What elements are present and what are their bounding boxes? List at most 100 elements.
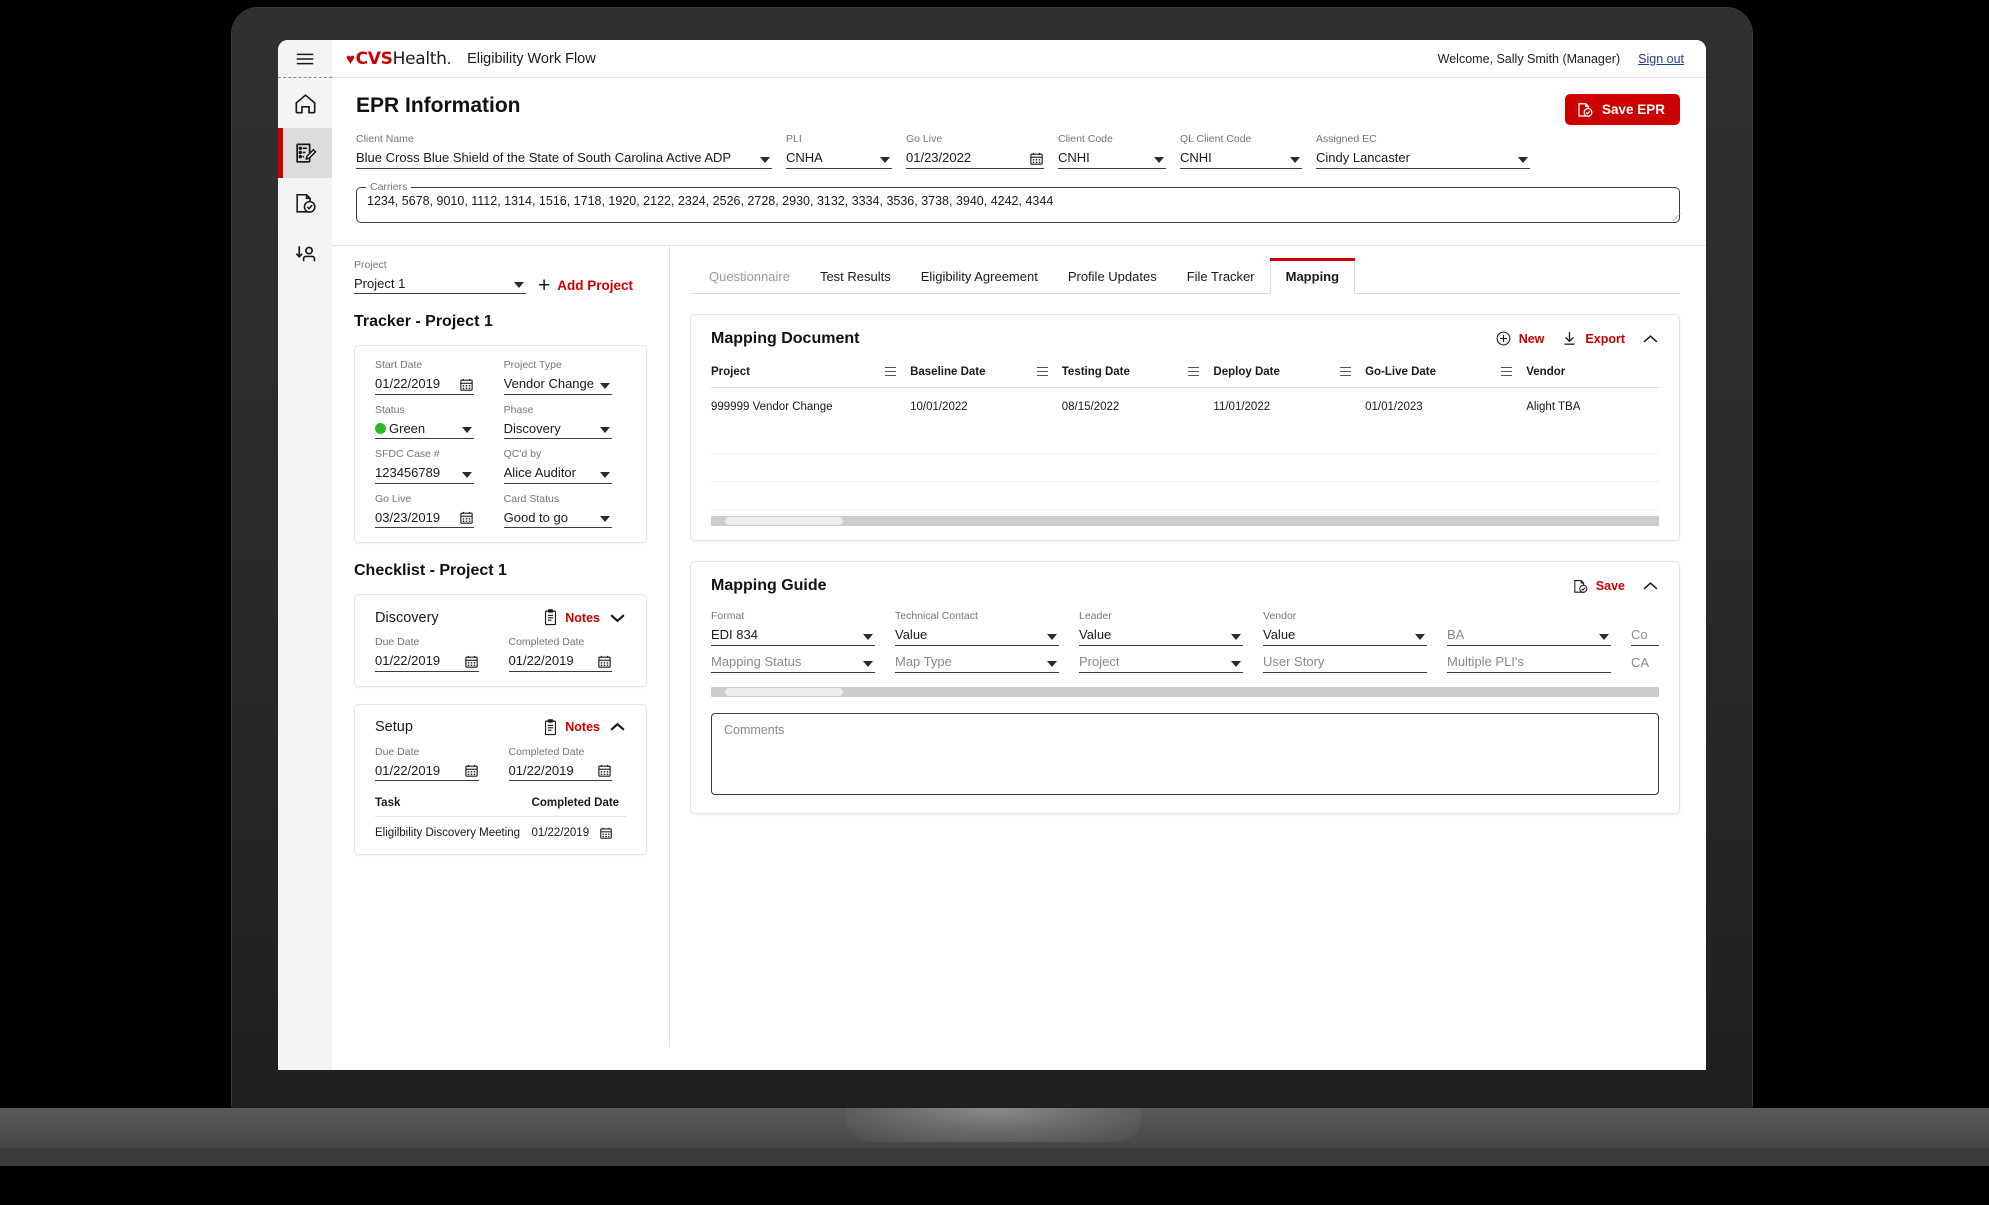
field-project[interactable]: Project Project 1 xyxy=(354,259,526,295)
tab-questionnaire[interactable]: Questionnaire xyxy=(694,259,805,293)
tab-eligibility-agreement[interactable]: Eligibility Agreement xyxy=(906,259,1053,293)
field-client-code[interactable]: Client Code CNHI xyxy=(1058,133,1180,169)
comments-textarea[interactable]: Comments xyxy=(711,712,1659,795)
chevron-down-icon[interactable] xyxy=(600,427,610,434)
export-mapping-button[interactable]: Export xyxy=(1561,330,1625,347)
field-status[interactable]: Status Green xyxy=(375,404,488,440)
chevron-down-icon[interactable] xyxy=(1154,156,1164,163)
chevron-up-icon[interactable] xyxy=(1642,581,1659,591)
calendar-icon[interactable] xyxy=(597,763,612,778)
chevron-up-icon[interactable] xyxy=(609,722,626,732)
chevron-down-icon[interactable] xyxy=(1231,660,1241,667)
calendar-icon[interactable] xyxy=(459,510,474,525)
chevron-down-icon[interactable] xyxy=(863,660,873,667)
column-resize-grip-icon[interactable] xyxy=(1036,367,1048,377)
sign-out-link[interactable]: Sign out xyxy=(1638,52,1684,66)
checklist-header: Setup Notes xyxy=(375,719,626,736)
field-go-live[interactable]: Go Live 01/23/2022 xyxy=(906,133,1058,169)
field-map-type[interactable]: Map Type xyxy=(895,652,1059,673)
chevron-down-icon[interactable] xyxy=(760,156,770,163)
chevron-down-icon[interactable] xyxy=(461,427,472,434)
calendar-icon[interactable] xyxy=(464,763,479,778)
field-client-name[interactable]: Client Name Blue Cross Blue Shield of th… xyxy=(356,133,786,169)
column-resize-grip-icon[interactable] xyxy=(1188,367,1200,377)
field-technical-contact[interactable]: Technical Contact Value xyxy=(895,610,1059,646)
sidebar-item-approvals[interactable] xyxy=(278,178,332,228)
chevron-down-icon[interactable] xyxy=(1047,660,1057,667)
field-leader[interactable]: Leader Value xyxy=(1079,610,1243,646)
field-format[interactable]: Format EDI 834 xyxy=(711,610,875,646)
chevron-down-icon[interactable] xyxy=(600,516,610,523)
chevron-down-icon[interactable] xyxy=(609,613,626,623)
carriers-textarea[interactable]: Carriers 1234, 5678, 9010, 1112, 1314, 1… xyxy=(356,180,1681,223)
new-mapping-button[interactable]: New xyxy=(1495,330,1544,347)
calendar-icon[interactable] xyxy=(599,826,613,840)
tab-mapping[interactable]: Mapping xyxy=(1269,257,1356,294)
sidebar-item-member-import[interactable] xyxy=(278,228,332,278)
add-project-button[interactable]: + Add Project xyxy=(538,275,633,296)
tab-profile-updates[interactable]: Profile Updates xyxy=(1053,259,1172,293)
field-ql-client-code[interactable]: QL Client Code CNHI xyxy=(1180,133,1316,169)
chevron-down-icon[interactable] xyxy=(514,282,524,289)
field-discovery-completed-date[interactable]: Completed Date 01/22/2019 xyxy=(508,637,627,672)
mapping-document-horizontal-scrollbar[interactable] xyxy=(711,516,1659,527)
calendar-icon[interactable] xyxy=(459,377,474,392)
chevron-down-icon[interactable] xyxy=(863,633,873,640)
checklist-dates-grid: Due Date 01/22/2019 Completed Date 01/22… xyxy=(375,746,627,782)
chevron-down-icon[interactable] xyxy=(600,471,610,478)
chevron-down-icon[interactable] xyxy=(1047,633,1057,640)
mapping-guide-horizontal-scrollbar[interactable] xyxy=(711,686,1659,697)
column-resize-grip-icon[interactable] xyxy=(1340,367,1352,377)
chevron-down-icon[interactable] xyxy=(1231,633,1241,640)
cell-deploy-date: 11/01/2022 xyxy=(1213,400,1271,413)
field-qcd-by[interactable]: QC'd by Alice Auditor xyxy=(503,449,626,484)
field-card-status[interactable]: Card Status Good to go xyxy=(503,493,626,529)
field-guide-project[interactable]: Project xyxy=(1079,652,1243,673)
save-epr-button[interactable]: Save EPR xyxy=(1564,94,1680,125)
tab-file-tracker[interactable]: File Tracker xyxy=(1172,259,1270,293)
scrollbar-thumb[interactable] xyxy=(725,687,843,696)
field-mapping-status[interactable]: Mapping Status xyxy=(711,652,875,673)
column-resize-grip-icon[interactable] xyxy=(1501,367,1513,377)
field-tracker-go-live[interactable]: Go Live 03/23/2019 xyxy=(375,493,488,529)
chevron-down-icon[interactable] xyxy=(1415,633,1425,640)
field-assigned-ec[interactable]: Assigned EC Cindy Lancaster xyxy=(1316,133,1530,169)
field-ba[interactable]: BA xyxy=(1447,611,1611,646)
field-setup-due-date[interactable]: Due Date 01/22/2019 xyxy=(375,746,493,782)
field-project-type[interactable]: Project Type Vendor Change xyxy=(503,360,626,395)
notes-button[interactable]: Notes xyxy=(543,609,600,626)
chevron-down-icon[interactable] xyxy=(461,471,472,478)
calendar-icon[interactable] xyxy=(597,654,612,669)
calendar-icon[interactable] xyxy=(1029,151,1044,166)
field-user-story[interactable]: User Story xyxy=(1263,652,1427,673)
field-multiple-plis[interactable]: Multiple PLI's xyxy=(1447,652,1611,673)
chevron-down-icon[interactable] xyxy=(1599,633,1609,640)
chevron-down-icon[interactable] xyxy=(1290,156,1300,163)
tab-test-results[interactable]: Test Results xyxy=(805,259,906,293)
field-ca[interactable]: CA xyxy=(1631,652,1659,673)
table-row[interactable]: 999999 Vendor Change 10/01/2022 08/15/20… xyxy=(711,387,1659,426)
scrollbar-thumb[interactable] xyxy=(725,517,843,526)
field-start-date[interactable]: Start Date 01/22/2019 xyxy=(375,360,488,395)
calendar-icon[interactable] xyxy=(464,654,479,669)
table-row[interactable]: Eligilbility Discovery Meeting 01/22/201… xyxy=(375,817,626,841)
sidebar-item-epr-form[interactable] xyxy=(278,128,332,178)
field-co[interactable]: Co xyxy=(1631,611,1659,646)
hamburger-menu-button[interactable] xyxy=(278,40,332,78)
field-pli[interactable]: PLI CNHA xyxy=(786,133,906,169)
mapping-guide-panel: Mapping Guide Save Format EDI 834 Techni… xyxy=(690,561,1680,814)
field-setup-completed-date[interactable]: Completed Date 01/22/2019 xyxy=(508,746,627,782)
notes-button[interactable]: Notes xyxy=(543,719,600,736)
field-discovery-due-date[interactable]: Due Date 01/22/2019 xyxy=(375,637,493,672)
chevron-down-icon[interactable] xyxy=(1518,156,1528,163)
chevron-down-icon[interactable] xyxy=(600,382,610,389)
column-resize-grip-icon[interactable] xyxy=(885,367,897,377)
resize-handle-icon[interactable] xyxy=(1665,212,1681,221)
field-vendor[interactable]: Vendor Value xyxy=(1263,610,1427,646)
field-sfdc-case[interactable]: SFDC Case # 123456789 xyxy=(375,449,488,484)
chevron-down-icon[interactable] xyxy=(880,156,890,163)
chevron-up-icon[interactable] xyxy=(1642,334,1659,344)
sidebar-item-home[interactable] xyxy=(278,78,332,128)
field-phase[interactable]: Phase Discovery xyxy=(503,404,626,440)
save-mapping-guide-button[interactable]: Save xyxy=(1572,578,1625,595)
